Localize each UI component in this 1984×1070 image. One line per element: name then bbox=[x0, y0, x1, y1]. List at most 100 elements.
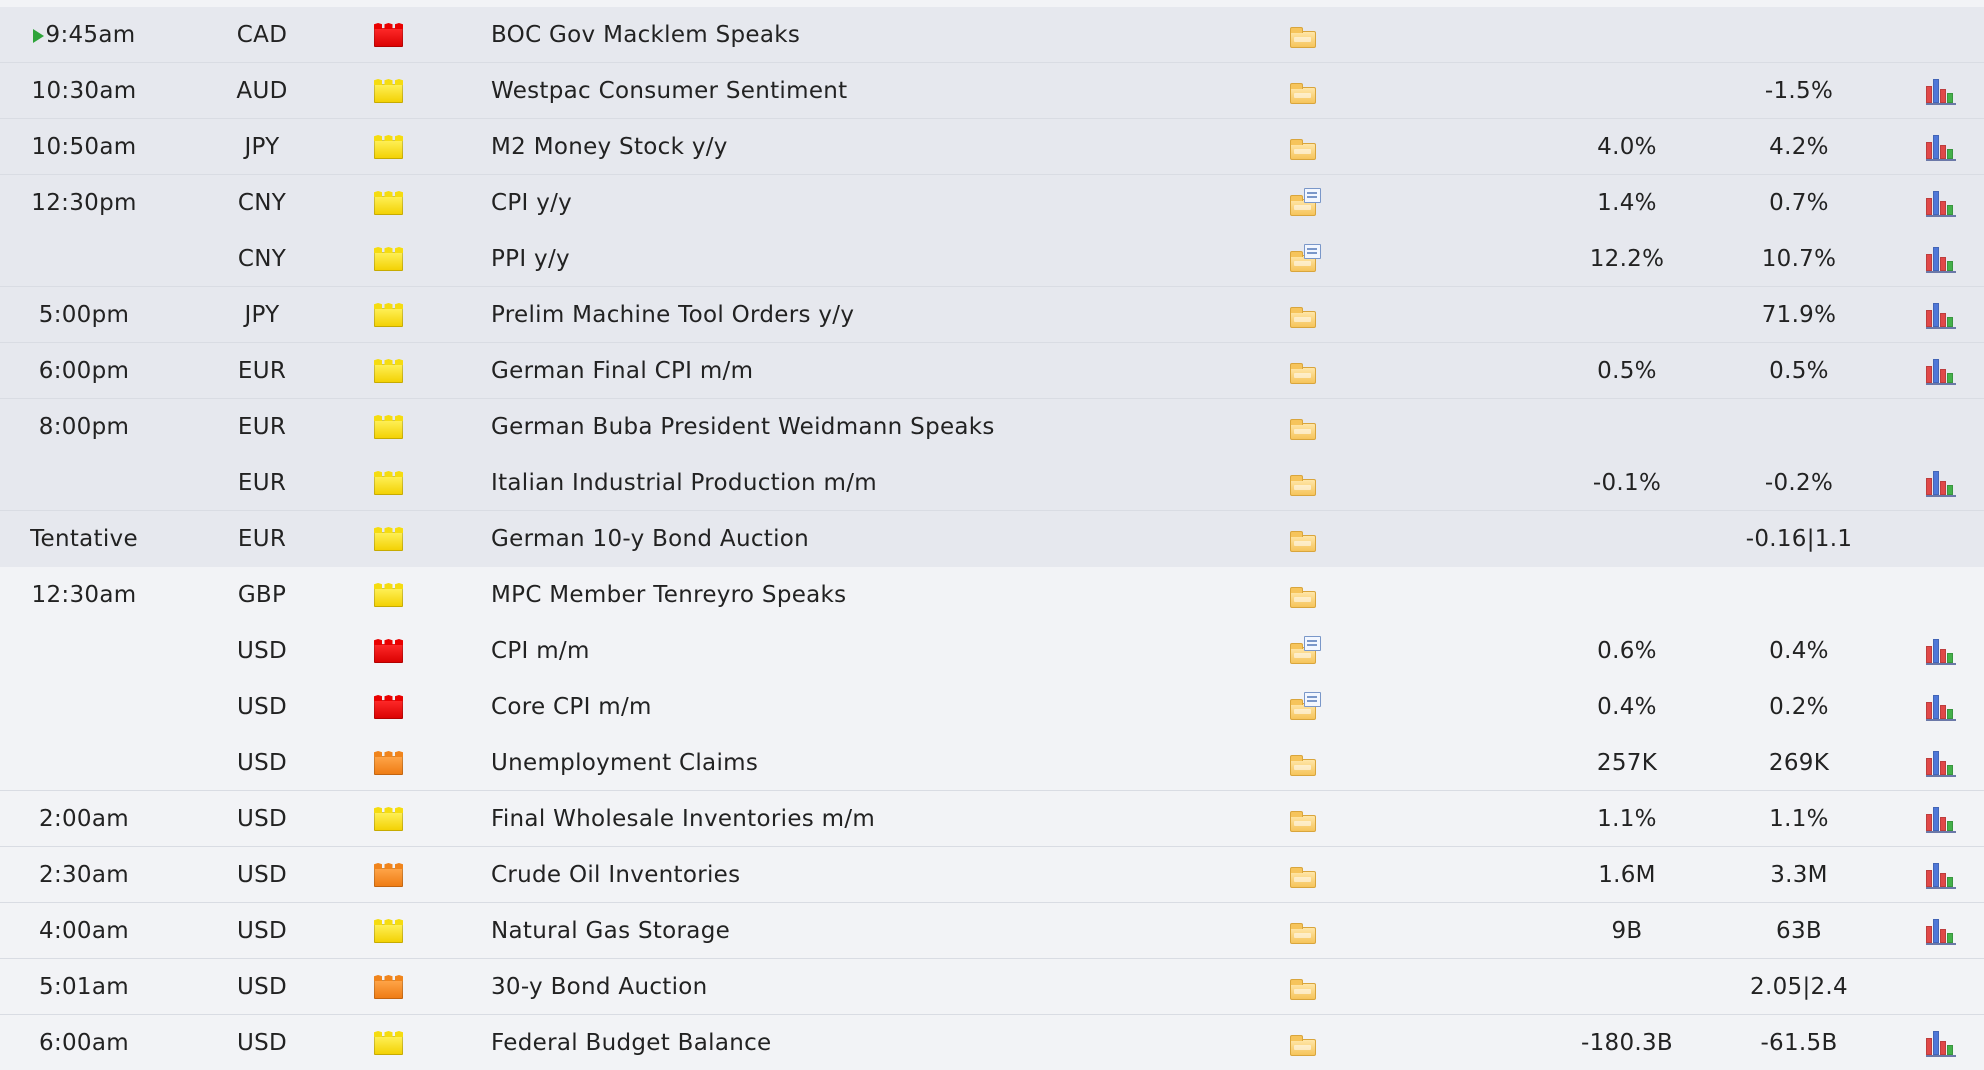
high-impact-folder-icon[interactable] bbox=[374, 644, 403, 663]
bar-graph-icon[interactable] bbox=[1926, 247, 1956, 273]
event-title[interactable]: MPC Member Tenreyro Speaks bbox=[491, 567, 1271, 623]
event-title[interactable]: CPI m/m bbox=[491, 623, 1271, 679]
detail-folder-icon[interactable] bbox=[1290, 419, 1316, 440]
low-impact-folder-icon[interactable] bbox=[374, 196, 403, 215]
detail-folder-with-release-icon[interactable] bbox=[1290, 244, 1321, 272]
detail-folder-icon[interactable] bbox=[1290, 531, 1316, 552]
detail-folder-icon[interactable] bbox=[1290, 755, 1316, 776]
detail-folder-icon[interactable] bbox=[1290, 363, 1316, 384]
calendar-row[interactable]: 2:00am USD Final Wholesale Inventories m/m… bbox=[0, 791, 1984, 847]
event-time-label: 12:30am bbox=[31, 582, 137, 608]
event-title[interactable]: Natural Gas Storage bbox=[491, 903, 1271, 959]
calendar-row[interactable]: 8:00pm EUR German Buba President Weidmann … bbox=[0, 399, 1984, 455]
detail-folder-with-release-icon[interactable] bbox=[1290, 188, 1321, 216]
calendar-row[interactable]: 12:30pm CNY CPI y/y 1.4% 0.7% bbox=[0, 175, 1984, 231]
detail-folder-with-release-icon[interactable] bbox=[1290, 636, 1321, 664]
bar-graph-icon[interactable] bbox=[1926, 1031, 1956, 1057]
event-title[interactable]: Core CPI m/m bbox=[491, 679, 1271, 735]
detail-folder-icon[interactable] bbox=[1290, 307, 1316, 328]
low-impact-folder-icon[interactable] bbox=[374, 812, 403, 831]
event-title[interactable]: CPI y/y bbox=[491, 175, 1271, 231]
calendar-row[interactable]: USD Unemployment Claims 257K 269K bbox=[0, 735, 1984, 791]
bar-graph-icon[interactable] bbox=[1926, 751, 1956, 777]
calendar-row[interactable]: Tentative EUR German 10-y Bond Auction -0.1… bbox=[0, 511, 1984, 567]
bar-graph-icon[interactable] bbox=[1926, 359, 1956, 385]
event-impact bbox=[374, 399, 404, 455]
event-title[interactable]: German Final CPI m/m bbox=[491, 343, 1271, 399]
event-title[interactable]: Prelim Machine Tool Orders y/y bbox=[491, 287, 1271, 343]
event-title[interactable]: M2 Money Stock y/y bbox=[491, 119, 1271, 175]
calendar-row[interactable]: 5:00pm JPY Prelim Machine Tool Orders y/y 7… bbox=[0, 287, 1984, 343]
calendar-row[interactable]: 5:01am USD 30-y Bond Auction 2.05|2.4 bbox=[0, 959, 1984, 1015]
detail-folder-icon[interactable] bbox=[1290, 867, 1316, 888]
low-impact-folder-icon[interactable] bbox=[374, 588, 403, 607]
calendar-row[interactable]: 6:00pm EUR German Final CPI m/m 0.5% 0.5% bbox=[0, 343, 1984, 399]
event-detail bbox=[1286, 287, 1320, 343]
event-title[interactable]: BOC Gov Macklem Speaks bbox=[491, 7, 1271, 63]
event-title[interactable]: German Buba President Weidmann Speaks bbox=[491, 399, 1271, 455]
event-previous: -61.5B bbox=[1760, 1030, 1838, 1056]
calendar-row[interactable]: USD Core CPI m/m 0.4% 0.2% bbox=[0, 679, 1984, 735]
detail-folder-icon[interactable] bbox=[1290, 1035, 1316, 1056]
calendar-row[interactable]: 2:30am USD Crude Oil Inventories 1.6M 3.3M bbox=[0, 847, 1984, 903]
event-title[interactable]: Federal Budget Balance bbox=[491, 1015, 1271, 1070]
event-impact bbox=[374, 1015, 404, 1070]
detail-folder-icon[interactable] bbox=[1290, 979, 1316, 1000]
detail-folder-icon[interactable] bbox=[1290, 27, 1316, 48]
bar-graph-icon[interactable] bbox=[1926, 303, 1956, 329]
bar-graph-icon[interactable] bbox=[1926, 639, 1956, 665]
event-title[interactable]: Final Wholesale Inventories m/m bbox=[491, 791, 1271, 847]
detail-folder-icon[interactable] bbox=[1290, 139, 1316, 160]
calendar-row[interactable]: 10:30am AUD Westpac Consumer Sentiment -1.5… bbox=[0, 63, 1984, 119]
bar-graph-icon[interactable] bbox=[1926, 191, 1956, 217]
bar-graph-icon[interactable] bbox=[1926, 135, 1956, 161]
event-time-label: 5:00pm bbox=[38, 302, 130, 328]
event-impact bbox=[374, 63, 404, 119]
calendar-row[interactable]: 10:50am JPY M2 Money Stock y/y 4.0% 4.2% bbox=[0, 119, 1984, 175]
low-impact-folder-icon[interactable] bbox=[374, 252, 403, 271]
event-time-label: 10:50am bbox=[31, 134, 137, 160]
low-impact-folder-icon[interactable] bbox=[374, 364, 403, 383]
bar-graph-icon[interactable] bbox=[1926, 863, 1956, 889]
med-impact-folder-icon[interactable] bbox=[374, 868, 403, 887]
detail-folder-icon[interactable] bbox=[1290, 811, 1316, 832]
calendar-row[interactable]: 6:00am USD Federal Budget Balance -180.3B -6… bbox=[0, 1015, 1984, 1070]
bar-graph-icon[interactable] bbox=[1926, 79, 1956, 105]
low-impact-folder-icon[interactable] bbox=[374, 476, 403, 495]
low-impact-folder-icon[interactable] bbox=[374, 420, 403, 439]
detail-folder-icon[interactable] bbox=[1290, 475, 1316, 496]
low-impact-folder-icon[interactable] bbox=[374, 140, 403, 159]
detail-folder-icon[interactable] bbox=[1290, 923, 1316, 944]
bar-graph-icon[interactable] bbox=[1926, 807, 1956, 833]
med-impact-folder-icon[interactable] bbox=[374, 980, 403, 999]
event-title[interactable]: Italian Industrial Production m/m bbox=[491, 455, 1271, 511]
event-title[interactable]: Unemployment Claims bbox=[491, 735, 1271, 791]
calendar-row[interactable]: CNY PPI y/y 12.2% 10.7% bbox=[0, 231, 1984, 287]
calendar-row[interactable]: EUR Italian Industrial Production m/m -0.1… bbox=[0, 455, 1984, 511]
event-title[interactable]: Crude Oil Inventories bbox=[491, 847, 1271, 903]
calendar-row[interactable]: 4:00am USD Natural Gas Storage 9B 63B bbox=[0, 903, 1984, 959]
calendar-row[interactable]: USD CPI m/m 0.6% 0.4% bbox=[0, 623, 1984, 679]
event-impact bbox=[374, 119, 404, 175]
event-title[interactable]: Westpac Consumer Sentiment bbox=[491, 63, 1271, 119]
detail-folder-icon[interactable] bbox=[1290, 587, 1316, 608]
high-impact-folder-icon[interactable] bbox=[374, 28, 403, 47]
bar-graph-icon[interactable] bbox=[1926, 695, 1956, 721]
bar-graph-icon[interactable] bbox=[1926, 471, 1956, 497]
med-impact-folder-icon[interactable] bbox=[374, 756, 403, 775]
event-title[interactable]: German 10-y Bond Auction bbox=[491, 511, 1271, 567]
low-impact-folder-icon[interactable] bbox=[374, 84, 403, 103]
event-title[interactable]: 30-y Bond Auction bbox=[491, 959, 1271, 1015]
low-impact-folder-icon[interactable] bbox=[374, 532, 403, 551]
event-graph bbox=[1920, 903, 1956, 959]
low-impact-folder-icon[interactable] bbox=[374, 924, 403, 943]
high-impact-folder-icon[interactable] bbox=[374, 700, 403, 719]
low-impact-folder-icon[interactable] bbox=[374, 308, 403, 327]
calendar-row[interactable]: 9:45am CAD BOC Gov Macklem Speaks bbox=[0, 7, 1984, 63]
detail-folder-with-release-icon[interactable] bbox=[1290, 692, 1321, 720]
calendar-row[interactable]: 12:30am GBP MPC Member Tenreyro Speaks bbox=[0, 567, 1984, 623]
event-title[interactable]: PPI y/y bbox=[491, 231, 1271, 287]
detail-folder-icon[interactable] bbox=[1290, 83, 1316, 104]
bar-graph-icon[interactable] bbox=[1926, 919, 1956, 945]
low-impact-folder-icon[interactable] bbox=[374, 1036, 403, 1055]
